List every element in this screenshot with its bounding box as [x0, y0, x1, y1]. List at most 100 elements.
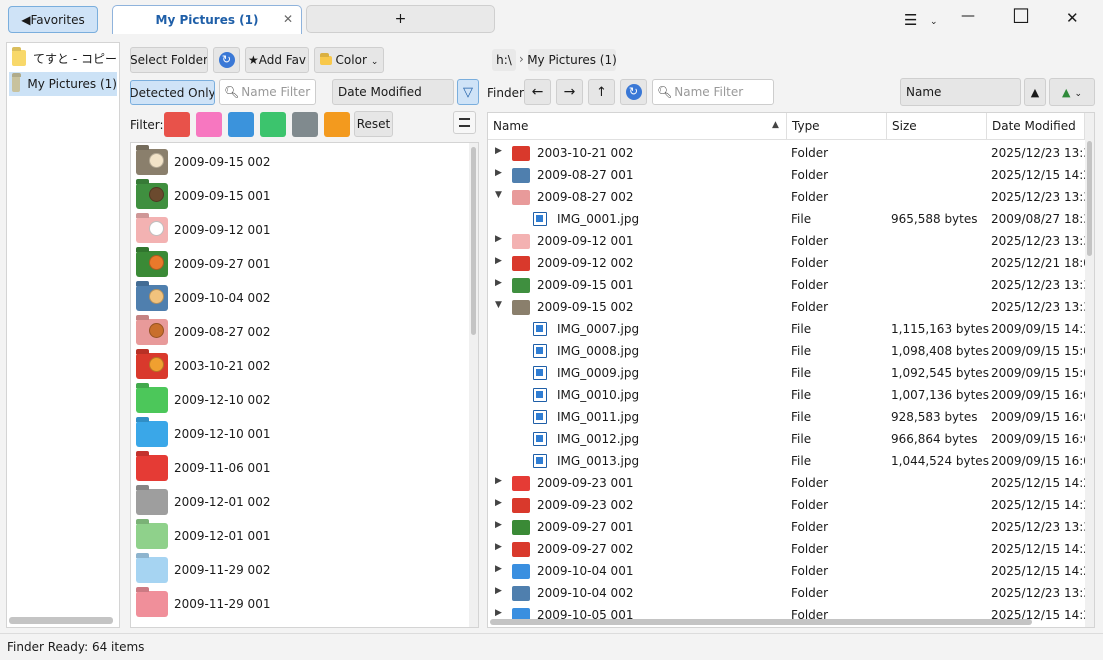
cell-size: 965,588 bytes: [891, 212, 978, 226]
refresh-button[interactable]: ↻: [213, 47, 240, 73]
collapsed-caret-icon[interactable]: ▶: [495, 586, 502, 596]
expanded-caret-icon[interactable]: ▼: [495, 300, 502, 310]
chevron-down-icon[interactable]: ⌄: [930, 17, 938, 27]
collapsed-caret-icon[interactable]: ▶: [495, 256, 502, 266]
thumbnail-item[interactable]: 2009-10-04 002: [133, 281, 469, 315]
folder-row[interactable]: ▶ 2003-10-21 002 Folder 2025/12/23 13:37: [488, 142, 1094, 164]
thumbnail-item[interactable]: 2009-12-10 001: [133, 417, 469, 451]
thumbnail-item[interactable]: 2009-09-15 002: [133, 145, 469, 179]
tree-options-button[interactable]: ▲ ⌄: [1049, 78, 1095, 106]
thumbnail-item[interactable]: 2009-09-12 001: [133, 213, 469, 247]
finder-refresh-button[interactable]: ↻: [620, 79, 647, 105]
up-button[interactable]: ↑: [588, 79, 615, 105]
cell-name: 2009-08-27 002: [537, 190, 634, 204]
file-row[interactable]: IMG_0007.jpg File 1,115,163 bytes 2009/09/1…: [488, 318, 1094, 340]
file-row[interactable]: IMG_0012.jpg File 966,864 bytes 2009/09/15 …: [488, 428, 1094, 450]
collapsed-caret-icon[interactable]: ▶: [495, 498, 502, 508]
file-row[interactable]: IMG_0013.jpg File 1,044,524 bytes 2009/09/1…: [488, 450, 1094, 472]
collapsed-caret-icon[interactable]: ▶: [495, 520, 502, 530]
collapsed-caret-icon[interactable]: ▶: [495, 608, 502, 618]
collapsed-caret-icon[interactable]: ▶: [495, 564, 502, 574]
sidebar-item-my-pictures[interactable]: My Pictures (1): [9, 72, 117, 96]
collapsed-caret-icon[interactable]: ▶: [495, 476, 502, 486]
column-header-name[interactable]: Name ▲: [488, 113, 787, 139]
column-header-type[interactable]: Type: [787, 113, 887, 139]
folder-row[interactable]: ▶ 2009-09-12 001 Folder 2025/12/23 13:37: [488, 230, 1094, 252]
column-header-date[interactable]: Date Modified: [987, 113, 1085, 139]
new-tab-button[interactable]: +: [306, 5, 495, 33]
finder-sort-select[interactable]: Name: [900, 78, 1021, 106]
column-header-size[interactable]: Size: [887, 113, 987, 139]
color-button[interactable]: Color ⌄: [314, 47, 384, 73]
thumbnail-item[interactable]: 2009-12-01 001: [133, 519, 469, 553]
back-button[interactable]: ←: [524, 79, 551, 105]
folder-row[interactable]: ▶ 2009-09-27 001 Folder 2025/12/23 13:37: [488, 516, 1094, 538]
close-window-button[interactable]: ✕: [1066, 9, 1079, 27]
breadcrumb-root[interactable]: h:\: [492, 49, 516, 71]
filter-color-pink[interactable]: [196, 112, 222, 137]
thumbnail-item[interactable]: 2009-09-15 001: [133, 179, 469, 213]
filter-color-gray[interactable]: [292, 112, 318, 137]
filter-color-green[interactable]: [260, 112, 286, 137]
thumbnail-item[interactable]: 2003-10-21 002: [133, 349, 469, 383]
maximize-button[interactable]: ☐: [1012, 4, 1030, 28]
collapsed-caret-icon[interactable]: ▶: [495, 278, 502, 288]
menu-icon[interactable]: ☰: [904, 11, 917, 29]
collapsed-caret-icon[interactable]: ▶: [495, 234, 502, 244]
detected-only-toggle[interactable]: Detected Only: [130, 80, 215, 105]
select-folder-button[interactable]: Select Folder: [130, 47, 208, 73]
tree-scrollbar[interactable]: [1087, 141, 1092, 256]
breadcrumb-current[interactable]: My Pictures (1): [528, 49, 616, 71]
sidebar-item-test-copy[interactable]: てすと - コピー: [9, 46, 117, 70]
thumbnail-item[interactable]: 2009-12-01 002: [133, 485, 469, 519]
thumbnail-item[interactable]: 2009-11-29 002: [133, 553, 469, 587]
tab-my-pictures[interactable]: My Pictures (1) ✕: [112, 5, 302, 34]
folder-icon: [512, 586, 530, 601]
folder-row[interactable]: ▶ 2009-08-27 001 Folder 2025/12/15 14:29: [488, 164, 1094, 186]
thumbnail-item[interactable]: 2009-09-27 001: [133, 247, 469, 281]
minimize-button[interactable]: —: [961, 8, 975, 24]
folder-row[interactable]: ▶ 2009-09-12 002 Folder 2025/12/21 18:08: [488, 252, 1094, 274]
filter-color-orange[interactable]: [324, 112, 350, 137]
file-row[interactable]: IMG_0011.jpg File 928,583 bytes 2009/09/15 …: [488, 406, 1094, 428]
list-view-button[interactable]: [453, 111, 476, 134]
filter-toggle-button[interactable]: ▽: [457, 79, 479, 105]
thumbnail-scrollbar[interactable]: [471, 147, 476, 335]
thumbnail-item[interactable]: 2009-11-29 001: [133, 587, 469, 621]
folder-row[interactable]: ▶ 2009-09-27 002 Folder 2025/12/15 14:29: [488, 538, 1094, 560]
file-row[interactable]: IMG_0008.jpg File 1,098,408 bytes 2009/09/1…: [488, 340, 1094, 362]
folder-row[interactable]: ▼ 2009-09-15 002 Folder 2025/12/23 13:38: [488, 296, 1094, 318]
tree-horizontal-scrollbar[interactable]: [490, 619, 1032, 625]
close-icon[interactable]: ✕: [283, 12, 293, 26]
finder-name-filter-input[interactable]: 🔍︎ Name Filter: [652, 79, 774, 105]
collapsed-caret-icon[interactable]: ▶: [495, 146, 502, 156]
folder-row[interactable]: ▶ 2009-09-23 002 Folder 2025/12/15 14:29: [488, 494, 1094, 516]
favorites-button[interactable]: ◀Favorites: [8, 6, 98, 33]
filter-color-red[interactable]: [164, 112, 190, 137]
sort-select[interactable]: Date Modified: [332, 79, 454, 105]
color-label: Color: [335, 53, 367, 67]
collapsed-caret-icon[interactable]: ▶: [495, 168, 502, 178]
file-row[interactable]: IMG_0001.jpg File 965,588 bytes 2009/08/27 …: [488, 208, 1094, 230]
add-fav-button[interactable]: ★Add Fav: [245, 47, 309, 73]
folder-icon: [512, 300, 530, 315]
sort-direction-button[interactable]: ▲: [1024, 78, 1046, 106]
folder-row[interactable]: ▶ 2009-10-04 001 Folder 2025/12/15 14:29: [488, 560, 1094, 582]
thumbnail-item[interactable]: 2009-11-06 001: [133, 451, 469, 485]
collapsed-caret-icon[interactable]: ▶: [495, 542, 502, 552]
folder-row[interactable]: ▼ 2009-08-27 002 Folder 2025/12/23 13:37: [488, 186, 1094, 208]
reset-filter-button[interactable]: Reset: [354, 111, 393, 137]
thumbnail-item[interactable]: 2009-12-10 002: [133, 383, 469, 417]
folder-icon: [512, 498, 530, 513]
expanded-caret-icon[interactable]: ▼: [495, 190, 502, 200]
file-row[interactable]: IMG_0010.jpg File 1,007,136 bytes 2009/09/1…: [488, 384, 1094, 406]
folder-row[interactable]: ▶ 2009-09-23 001 Folder 2025/12/15 14:29: [488, 472, 1094, 494]
file-row[interactable]: IMG_0009.jpg File 1,092,545 bytes 2009/09/1…: [488, 362, 1094, 384]
filter-color-blue[interactable]: [228, 112, 254, 137]
folder-row[interactable]: ▶ 2009-10-04 002 Folder 2025/12/23 13:37: [488, 582, 1094, 604]
folder-row[interactable]: ▶ 2009-09-15 001 Folder 2025/12/23 13:37: [488, 274, 1094, 296]
forward-button[interactable]: →: [556, 79, 583, 105]
sidebar-scrollbar[interactable]: [9, 617, 113, 624]
thumbnail-item[interactable]: 2009-08-27 002: [133, 315, 469, 349]
name-filter-input[interactable]: 🔍︎ Name Filter: [219, 79, 316, 105]
